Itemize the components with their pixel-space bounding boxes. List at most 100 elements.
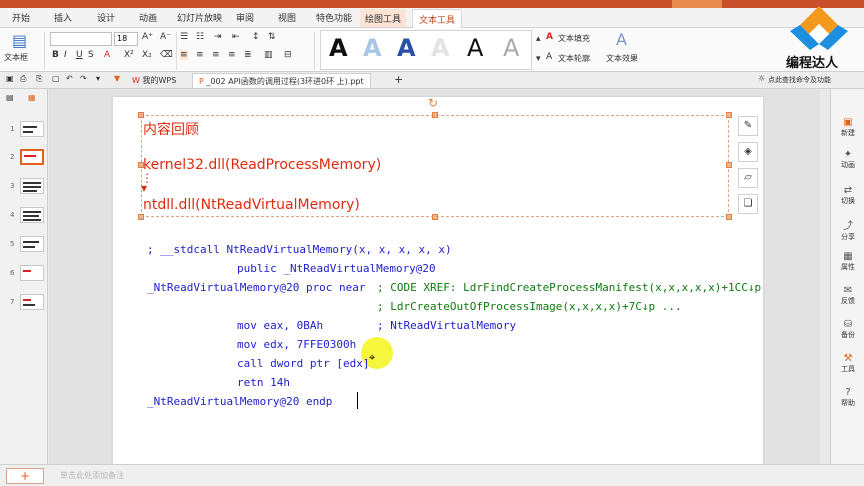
fill-icon[interactable]: ◈ bbox=[738, 142, 758, 162]
resize-handle[interactable] bbox=[432, 214, 438, 220]
edit-shape-icon[interactable]: ✎ bbox=[738, 116, 758, 136]
grow-font-icon[interactable]: A⁺ bbox=[142, 32, 153, 42]
font-size-combo[interactable]: 18 bbox=[114, 32, 138, 46]
bold-icon[interactable]: B bbox=[52, 50, 59, 60]
tab-document[interactable]: P _002 API函数的调用过程(3环进0环 上).ppt bbox=[192, 73, 371, 88]
style-preset-5[interactable]: A bbox=[467, 34, 483, 62]
notes-placeholder[interactable]: 单击此处添加备注 bbox=[60, 470, 124, 481]
account-button[interactable] bbox=[672, 0, 722, 8]
save-icon[interactable]: ▣ bbox=[6, 74, 14, 83]
resize-handle[interactable] bbox=[138, 214, 144, 220]
right-feedback[interactable]: ✉ 反馈 bbox=[831, 285, 864, 306]
slide[interactable]: ↻ 内容回顾 kernel32.dll(ReadProcessMemory) ⋮… bbox=[113, 96, 763, 464]
layers-icon[interactable]: ❏ bbox=[738, 194, 758, 214]
add-slide-button[interactable]: + bbox=[6, 468, 44, 484]
slide-thumbnail-3[interactable] bbox=[20, 178, 44, 194]
tab-drawing-tools[interactable]: 绘图工具 bbox=[360, 9, 407, 27]
tab-review[interactable]: 审阅 bbox=[236, 11, 254, 24]
right-transition[interactable]: ⇄ 切换 bbox=[831, 185, 864, 206]
undo-icon[interactable]: ↶ bbox=[66, 74, 73, 83]
style-preset-2[interactable]: A bbox=[363, 34, 382, 62]
tab-my-wps[interactable]: W 我的WPS bbox=[126, 73, 182, 88]
tab-slideshow[interactable]: 幻灯片放映 bbox=[177, 11, 222, 24]
backup-icon: ⛁ bbox=[843, 319, 853, 330]
slide-thumbnail-2[interactable] bbox=[20, 149, 44, 165]
underline-icon[interactable]: U bbox=[76, 50, 83, 60]
slide-thumbnail-5[interactable] bbox=[20, 236, 44, 252]
subscript-icon[interactable]: X₂ bbox=[142, 50, 152, 60]
tab-text-tools[interactable]: 文本工具 bbox=[412, 9, 463, 28]
align-text-icon[interactable]: ⊟ bbox=[284, 50, 292, 60]
outline-icon[interactable]: ▱ bbox=[738, 168, 758, 188]
style-preset-1[interactable]: A bbox=[329, 34, 348, 62]
align-left-icon[interactable]: ≡ bbox=[180, 50, 188, 60]
text-outline-label[interactable]: 文本轮廓 bbox=[558, 53, 590, 64]
italic-icon[interactable]: I bbox=[64, 50, 67, 60]
resize-handle[interactable] bbox=[432, 112, 438, 118]
style-preset-6[interactable]: A bbox=[503, 34, 519, 62]
redo-icon[interactable]: ↷ bbox=[80, 74, 87, 83]
rotate-handle-icon[interactable]: ↻ bbox=[428, 96, 438, 110]
slide-thumbnail-4[interactable] bbox=[20, 207, 44, 223]
new-tab-icon[interactable]: + bbox=[394, 73, 403, 86]
right-tools[interactable]: ⚒ 工具 bbox=[831, 353, 864, 374]
right-new[interactable]: ▣ 新建 bbox=[831, 117, 864, 138]
command-search[interactable]: 点此查找命令及功能 bbox=[768, 75, 831, 85]
preview-icon[interactable]: ▢ bbox=[52, 74, 60, 83]
print-icon[interactable]: ⎘ bbox=[36, 74, 42, 84]
style-preset-4[interactable]: A bbox=[431, 34, 450, 62]
tab-design[interactable]: 设计 bbox=[97, 11, 115, 24]
resize-handle[interactable] bbox=[726, 162, 732, 168]
text-fill-icon[interactable]: A bbox=[546, 32, 553, 42]
right-animation[interactable]: ✦ 动画 bbox=[831, 149, 864, 170]
text-outline-icon[interactable]: A bbox=[546, 52, 552, 62]
numbering-icon[interactable]: ☷ bbox=[196, 32, 204, 42]
shadow-icon[interactable]: S bbox=[88, 50, 94, 60]
export-icon[interactable]: ⎙ bbox=[20, 74, 26, 84]
justify-icon[interactable]: ≡ bbox=[228, 50, 236, 60]
outdent-icon[interactable]: ⇤ bbox=[232, 32, 240, 42]
mouse-pointer-icon: ⌖ bbox=[369, 351, 376, 364]
code-comment: ; LdrCreateOutOfProcessImage(x,x,x,x)+7C… bbox=[377, 300, 682, 313]
shrink-font-icon[interactable]: A⁻ bbox=[160, 32, 171, 42]
text-effect-icon[interactable]: A bbox=[616, 30, 627, 49]
right-share[interactable]: ⤴ 分享 bbox=[831, 217, 864, 242]
tab-home[interactable]: 开始 bbox=[12, 11, 30, 24]
tab-special[interactable]: 特色功能 bbox=[316, 11, 352, 24]
columns-icon[interactable]: ▥ bbox=[264, 50, 273, 60]
textbox-label[interactable]: 文本框 bbox=[4, 52, 28, 63]
text-fill-label[interactable]: 文本填充 bbox=[558, 33, 590, 44]
bullets-icon[interactable]: ☰ bbox=[180, 32, 188, 42]
resize-handle[interactable] bbox=[726, 214, 732, 220]
tab-view[interactable]: 视图 bbox=[278, 11, 296, 24]
tab-animation[interactable]: 动画 bbox=[139, 11, 157, 24]
right-backup[interactable]: ⛁ 备份 bbox=[831, 319, 864, 340]
gallery-scroll-icon[interactable]: ▴ bbox=[536, 34, 541, 44]
superscript-icon[interactable]: X² bbox=[124, 50, 134, 60]
resize-handle[interactable] bbox=[138, 112, 144, 118]
text-effect-label[interactable]: 文本效果 bbox=[606, 53, 638, 64]
clear-format-icon[interactable]: ⌫ bbox=[160, 50, 173, 60]
customize-icon[interactable]: ▾ bbox=[96, 74, 100, 83]
textbox-icon[interactable]: ▤ bbox=[12, 31, 27, 50]
font-color-icon[interactable]: A bbox=[104, 50, 110, 60]
distribute-icon[interactable]: ≣ bbox=[244, 50, 252, 60]
align-center-icon[interactable]: ≡ bbox=[196, 50, 204, 60]
indent-icon[interactable]: ⇥ bbox=[214, 32, 222, 42]
tab-insert[interactable]: 插入 bbox=[54, 11, 72, 24]
slide-thumbnail-1[interactable] bbox=[20, 121, 44, 137]
slide-view-icon[interactable]: ▦ bbox=[28, 93, 36, 102]
right-help[interactable]: ? 帮助 bbox=[831, 387, 864, 408]
outline-view-icon[interactable]: ▤ bbox=[6, 93, 14, 102]
style-preset-3[interactable]: A bbox=[397, 34, 416, 62]
resize-handle[interactable] bbox=[726, 112, 732, 118]
font-name-combo[interactable] bbox=[50, 32, 112, 46]
align-right-icon[interactable]: ≡ bbox=[212, 50, 220, 60]
gallery-more-icon[interactable]: ▾ bbox=[536, 54, 541, 64]
menu-dropdown-icon[interactable]: ▼ bbox=[114, 74, 120, 83]
right-properties[interactable]: ▦ 属性 bbox=[831, 251, 864, 272]
slide-thumbnail-7[interactable] bbox=[20, 294, 44, 310]
slide-thumbnail-6[interactable] bbox=[20, 265, 44, 281]
line-spacing-icon[interactable]: ↕ bbox=[252, 32, 260, 42]
direction-icon[interactable]: ⇅ bbox=[268, 32, 276, 42]
